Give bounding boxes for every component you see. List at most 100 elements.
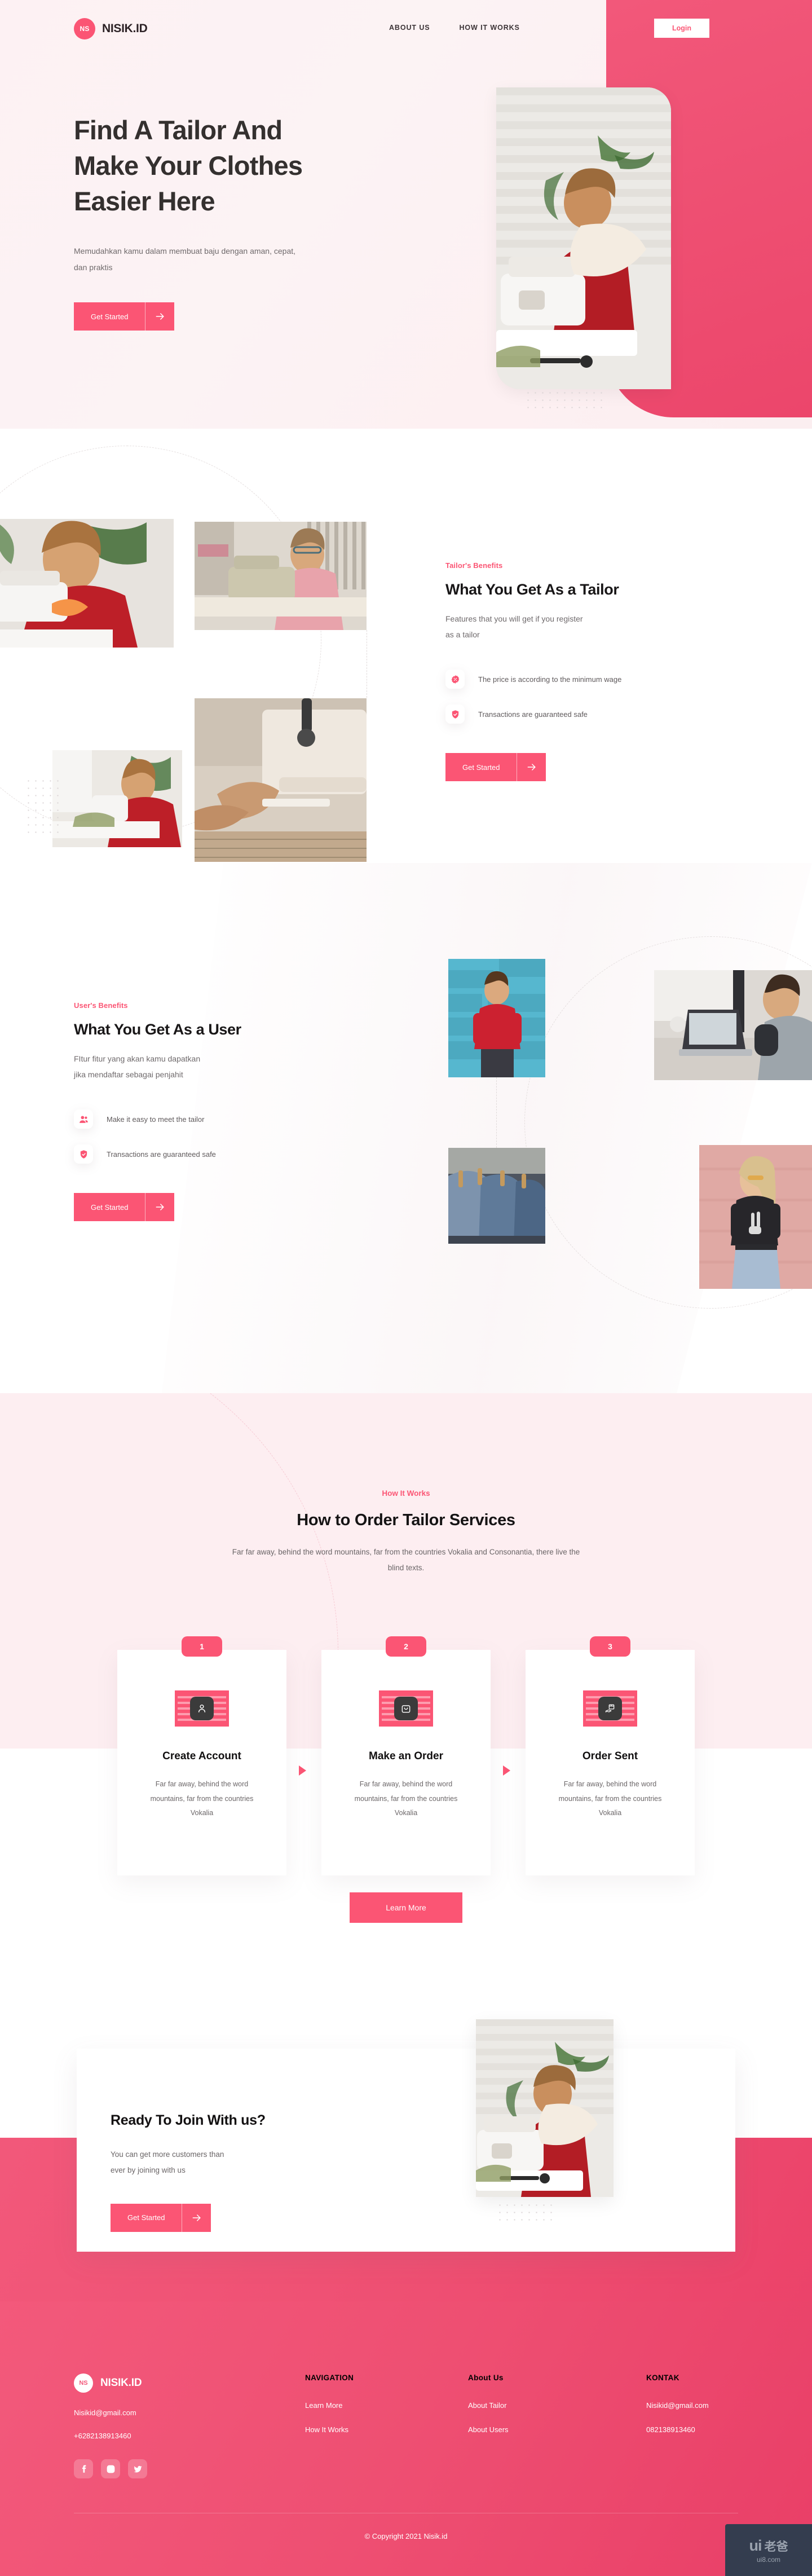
footer-brand[interactable]: NS NISIK.ID [74,2374,142,2393]
tailor-feature-label: The price is according to the minimum wa… [478,675,622,684]
user-desc-line-1: FItur fitur yang akan kamu dapatkan [74,1054,201,1063]
user-get-started-button[interactable]: Get Started [74,1193,175,1221]
step-arrow-icon [299,1765,306,1776]
nav-item-how-it-works[interactable]: HOW IT WORKS [459,24,519,32]
step-arrow-icon [503,1765,510,1776]
footer-copyright: © Copyright 2021 Nisik.id [364,2532,448,2540]
footer-link-how-it-works[interactable]: How It Works [305,2425,354,2434]
person-glyph-icon [190,1697,214,1720]
tailor-get-started-label: Get Started [445,753,517,781]
tailor-benefits-block: Tailor's Benefits What You Get As a Tail… [445,561,739,781]
hero-get-started-label: Get Started [74,302,145,331]
user-desc: FItur fitur yang akan kamu dapatkan jika… [74,1051,367,1082]
delivery-glyph-icon [598,1697,622,1720]
hero-subtitle: Memudahkan kamu dalam membuat baju denga… [74,246,296,272]
nav-item-about-us[interactable]: ABOUT US [389,24,430,32]
step-number-badge: 2 [386,1636,426,1657]
step-desc: Far far away, behind the word mountains,… [558,1780,662,1817]
footer-link-phone[interactable]: 082138913460 [646,2425,709,2434]
facebook-icon[interactable] [74,2459,93,2478]
hero-title-line-3: Easier Here [74,186,215,216]
cta-copy: Ready To Join With us? You can get more … [111,2112,404,2232]
cta-photo-tailor-sewing [476,2019,614,2197]
user-dashed-connector [496,1077,497,1148]
twitter-icon[interactable] [128,2459,147,2478]
person-card-icon [175,1690,229,1727]
tailor-desc-line-2: as a tailor [445,630,480,639]
step-title: Make an Order [369,1750,443,1762]
how-title: How to Order Tailor Services [297,1511,515,1529]
footer-column-heading: About Us [468,2374,504,2382]
login-button[interactable]: Login [654,19,709,38]
watermark-logo: ui 老爸 [749,2537,788,2555]
tailor-photo-3 [52,750,182,847]
tailor-feature-list: The price is according to the minimum wa… [445,662,739,732]
step-desc: Far far away, behind the word mountains,… [150,1780,254,1817]
tailor-title: What You Get As a Tailor [445,581,619,598]
hero-title-line-1: Find A Tailor And [74,115,283,145]
cta-dots-decoration [496,2201,553,2222]
footer-link-about-users[interactable]: About Users [468,2425,509,2434]
footer-column-kontak: KONTAK Nisikid@gmail.com 082138913460 [646,2374,709,2450]
footer-phone[interactable]: +6282138913460 [74,2432,131,2440]
watermark-text-left: ui [749,2537,762,2554]
package-delivery-icon [583,1690,637,1727]
user-feature-item: Make it easy to meet the tailor [74,1102,367,1137]
tailor-dots-decoration [25,777,59,836]
how-it-works-header: How It Works How to Order Tailor Service… [0,1489,812,1575]
main-nav: ABOUT US HOW IT WORKS [389,24,520,32]
step-card-create-account[interactable]: 1 Create Account Far far away, behind th… [117,1636,286,1875]
arrow-right-icon [145,302,175,331]
hero-title: Find A Tailor And Make Your Clothes Easi… [74,113,412,219]
user-benefits-block: User's Benefits What You Get As a User F… [74,1001,367,1221]
hero-dots-decoration [524,389,603,414]
user-desc-line-2: jika mendaftar sebagai penjahit [74,1070,183,1079]
hero-photo-tailor-sewing [496,87,671,389]
cta-title: Ready To Join With us? [111,2112,266,2128]
tailor-feature-label: Transactions are guaranteed safe [478,710,588,719]
hero-section: NS NISIK.ID ABOUT US HOW IT WORKS Login … [0,0,812,429]
tailor-photo-4 [195,698,367,862]
learn-more-button[interactable]: Learn More [350,1892,462,1923]
step-card-make-an-order[interactable]: 2 Make an Order Far far away, behind the… [321,1636,491,1875]
cta-get-started-button[interactable]: Get Started [111,2203,211,2232]
brand-logo[interactable]: NS NISIK.ID [74,18,148,39]
footer-email[interactable]: Nisikid@gmail.com [74,2408,136,2417]
user-feature-item: Transactions are guaranteed safe [74,1137,367,1172]
step-desc: Far far away, behind the word mountains,… [354,1780,458,1817]
hero-get-started-button[interactable]: Get Started [74,302,175,331]
user-photo-3 [448,1148,545,1244]
tailor-photo-1 [0,519,174,648]
arrow-right-icon [145,1193,175,1221]
shield-check-icon [445,704,465,724]
footer-column-heading: NAVIGATION [305,2374,354,2382]
footer-link-about-tailor[interactable]: About Tailor [468,2401,509,2410]
user-feature-list: Make it easy to meet the tailor Transact… [74,1102,367,1172]
step-number-badge: 3 [590,1636,630,1657]
footer-brand-badge-icon: NS [74,2374,93,2393]
instagram-icon[interactable] [101,2459,120,2478]
step-title: Create Account [162,1750,241,1762]
tailor-get-started-button[interactable]: Get Started [445,753,546,781]
cta-desc: You can get more customers than ever by … [111,2147,404,2179]
shopping-bag-icon [379,1690,433,1727]
tailor-feature-item: The price is according to the minimum wa… [445,662,739,697]
cta-desc-line-1: You can get more customers than [111,2150,224,2159]
user-get-started-label: Get Started [74,1193,145,1221]
footer-link-learn-more[interactable]: Learn More [305,2401,354,2410]
step-card-order-sent[interactable]: 3 Order Sent Far far away, behind the wo… [526,1636,695,1875]
footer-column-about-us: About Us About Tailor About Users [468,2374,509,2450]
cta-get-started-label: Get Started [111,2203,182,2232]
tailor-desc-line-1: Features that you will get if you regist… [445,614,583,623]
users-icon [74,1109,93,1129]
user-title: What You Get As a User [74,1021,241,1038]
watermark-url: ui8.com [756,2555,781,2564]
site-header: NS NISIK.ID ABOUT US HOW IT WORKS Login [0,0,812,59]
footer-column-navigation: NAVIGATION Learn More How It Works [305,2374,354,2450]
brand-badge-icon: NS [74,18,95,39]
watermark-badge: ui 老爸 ui8.com [725,2524,812,2576]
hero-copy: Find A Tailor And Make Your Clothes Easi… [74,113,412,331]
footer-column-heading: KONTAK [646,2374,679,2382]
footer-link-email[interactable]: Nisikid@gmail.com [646,2401,709,2410]
hero-title-line-2: Make Your Clothes [74,150,303,180]
